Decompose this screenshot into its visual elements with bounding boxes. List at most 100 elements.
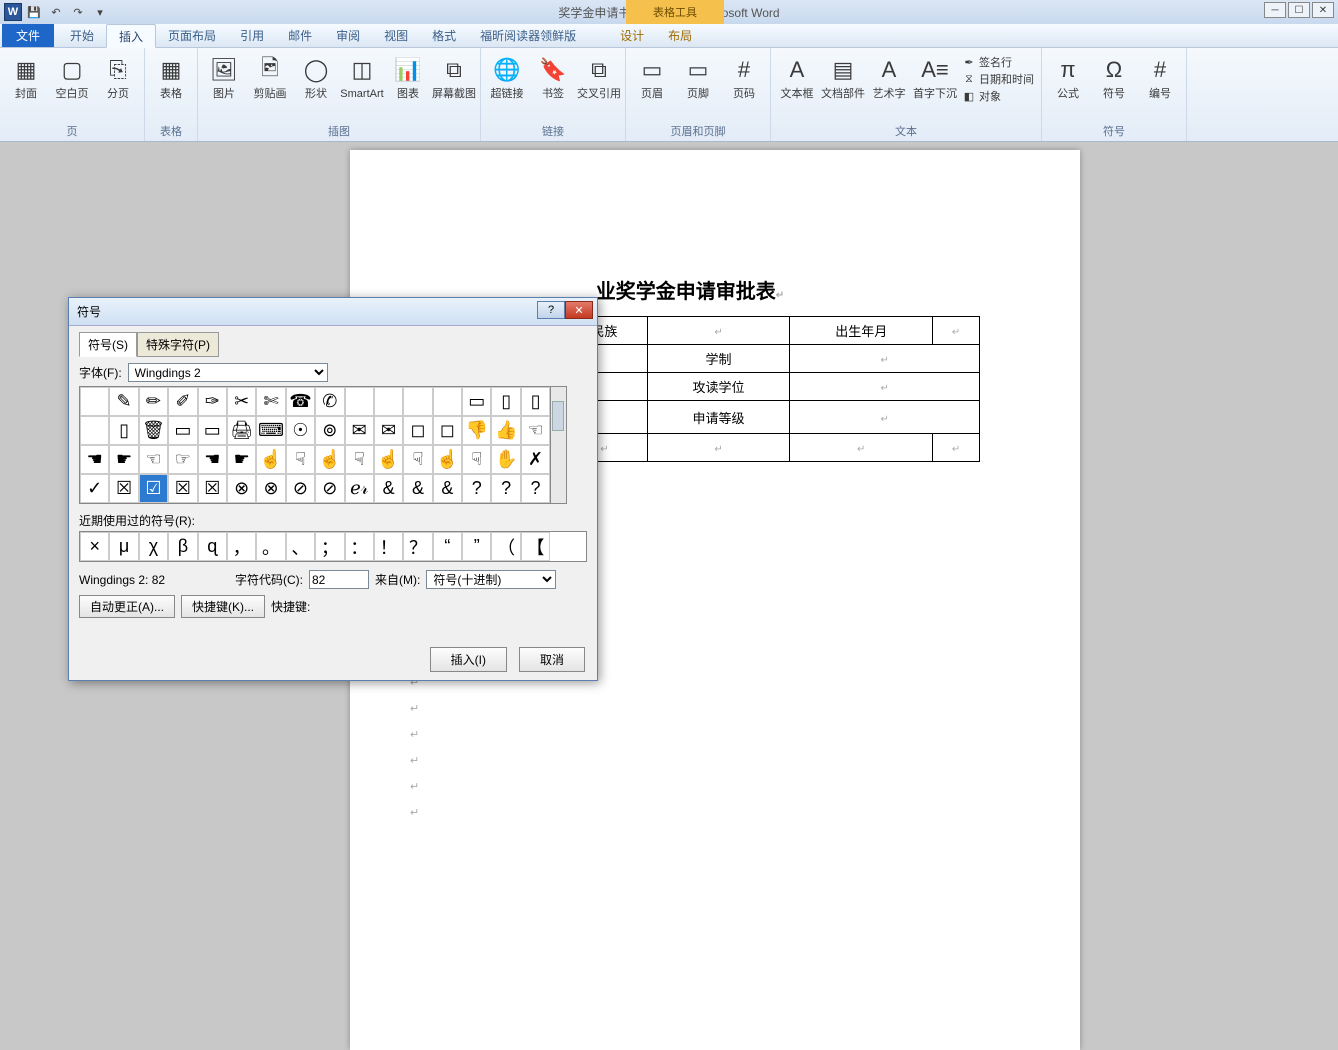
cancel-button[interactable]: 取消 — [519, 647, 585, 672]
qat-save-button[interactable]: 💾 — [24, 3, 44, 21]
from-select[interactable]: 符号(十进制) — [426, 570, 556, 589]
symbol-cell[interactable]: ☜ — [521, 416, 550, 445]
cell-birth-label[interactable]: 出生年月 — [790, 317, 933, 345]
symbol-cell[interactable]: 🖨 — [227, 416, 256, 445]
tab-page-layout[interactable]: 页面布局 — [156, 23, 228, 47]
recent-symbol-cell[interactable]: β — [168, 532, 197, 561]
cell-grade-label[interactable]: 申请等级 — [647, 401, 790, 434]
symbol-cell[interactable]: ✋ — [491, 445, 520, 474]
recent-symbol-cell[interactable]: ” — [462, 532, 491, 561]
symbol-cell[interactable]: ℯ𝓇 — [345, 474, 374, 503]
symbol-cell[interactable]: ⌨ — [256, 416, 285, 445]
recent-symbol-cell[interactable]: ， — [227, 532, 256, 561]
symbol-cell[interactable]: ? — [491, 474, 520, 503]
qat-undo-button[interactable]: ↶ — [46, 3, 66, 21]
date-time-button[interactable]: ⧖日期和时间 — [959, 71, 1037, 87]
symbol-cell[interactable] — [345, 387, 374, 416]
symbol-cell[interactable]: ☑ — [139, 474, 168, 503]
recent-symbol-cell[interactable]: 、 — [286, 532, 315, 561]
symbol-cell[interactable]: & — [433, 474, 462, 503]
cell[interactable]: ↵ — [933, 317, 980, 345]
tab-view[interactable]: 视图 — [372, 23, 420, 47]
recent-symbols-grid[interactable]: ×μχβɋ，。、；：！？“”（【 — [79, 531, 587, 562]
symbol-cell[interactable] — [374, 387, 403, 416]
cell-system-label[interactable]: 学制 — [647, 345, 790, 373]
symbol-cell[interactable]: ✑ — [198, 387, 227, 416]
symbol-grid[interactable]: ✎✏✐✑✂✄☎✆▭▯▯▯🗑▭▭🖨⌨☉⊚✉✉◻◻👎👍☜☚☛☜☞☚☛☝☟☝☟☝☟☝☟… — [79, 386, 551, 504]
symbol-cell[interactable]: ☒ — [198, 474, 227, 503]
symbol-button[interactable]: Ω符号 — [1092, 50, 1136, 101]
symbol-cell[interactable]: ☝ — [256, 445, 285, 474]
tab-format[interactable]: 格式 — [420, 23, 468, 47]
dialog-help-button[interactable]: ? — [537, 301, 565, 319]
symbol-cell[interactable]: ⊚ — [315, 416, 344, 445]
symbol-cell[interactable]: 👍 — [491, 416, 520, 445]
number-button[interactable]: #编号 — [1138, 50, 1182, 101]
symbol-cell[interactable]: ☜ — [139, 445, 168, 474]
cell[interactable]: ↵ — [647, 317, 790, 345]
recent-symbol-cell[interactable]: （ — [491, 532, 520, 561]
shapes-button[interactable]: ◯形状 — [294, 50, 338, 101]
symbol-cell[interactable]: ▭ — [198, 416, 227, 445]
footer-button[interactable]: ▭页脚 — [676, 50, 720, 101]
cell[interactable]: ↵ — [790, 345, 980, 373]
qat-redo-button[interactable]: ↷ — [68, 3, 88, 21]
cover-page-button[interactable]: ▦封面 — [4, 50, 48, 101]
symbol-cell[interactable]: ▯ — [109, 416, 138, 445]
header-button[interactable]: ▭页眉 — [630, 50, 674, 101]
file-tab[interactable]: 文件 — [2, 23, 54, 47]
cell-degree-label[interactable]: 攻读学位 — [647, 373, 790, 401]
symbol-cell[interactable]: ☚ — [80, 445, 109, 474]
symbol-cell[interactable]: ✂ — [227, 387, 256, 416]
tab-mailings[interactable]: 邮件 — [276, 23, 324, 47]
picture-button[interactable]: 🖼图片 — [202, 50, 246, 101]
symbol-cell[interactable]: ☞ — [168, 445, 197, 474]
symbol-cell[interactable]: ✄ — [256, 387, 285, 416]
page-break-button[interactable]: ⎘分页 — [96, 50, 140, 101]
recent-symbol-cell[interactable]: × — [80, 532, 109, 561]
table-button[interactable]: ▦表格 — [149, 50, 193, 101]
recent-symbol-cell[interactable]: 。 — [256, 532, 285, 561]
symbol-cell[interactable]: ☒ — [109, 474, 138, 503]
insert-button[interactable]: 插入(I) — [430, 647, 507, 672]
symbol-cell[interactable]: ✓ — [80, 474, 109, 503]
symbol-scrollbar[interactable] — [551, 386, 567, 504]
symbol-cell[interactable]: ☒ — [168, 474, 197, 503]
symbol-cell[interactable] — [80, 387, 109, 416]
recent-symbol-cell[interactable]: 【 — [521, 532, 550, 561]
textbox-button[interactable]: A文本框 — [775, 50, 819, 101]
symbol-cell[interactable]: ✉ — [345, 416, 374, 445]
symbol-cell[interactable]: ☉ — [286, 416, 315, 445]
tab-special-chars[interactable]: 特殊字符(P) — [137, 332, 219, 357]
symbol-cell[interactable]: ◻ — [403, 416, 432, 445]
tab-foxit[interactable]: 福昕阅读器领鲜版 — [468, 23, 588, 47]
symbol-cell[interactable]: ☎ — [286, 387, 315, 416]
symbol-cell[interactable]: ☛ — [227, 445, 256, 474]
tab-references[interactable]: 引用 — [228, 23, 276, 47]
clipart-button[interactable]: 🖻剪贴画 — [248, 50, 292, 101]
cell[interactable]: ↵ — [790, 434, 933, 462]
symbol-cell[interactable] — [403, 387, 432, 416]
ctx-tab-design[interactable]: 设计 — [608, 23, 656, 47]
signature-line-button[interactable]: ✒签名行 — [959, 54, 1037, 70]
symbol-cell[interactable]: ⊗ — [256, 474, 285, 503]
recent-symbol-cell[interactable]: ？ — [403, 532, 432, 561]
recent-symbol-cell[interactable]: χ — [139, 532, 168, 561]
symbol-cell[interactable] — [80, 416, 109, 445]
symbol-cell[interactable] — [433, 387, 462, 416]
cell[interactable]: ↵ — [790, 401, 980, 434]
blank-page-button[interactable]: ▢空白页 — [50, 50, 94, 101]
minimize-button[interactable]: ─ — [1264, 2, 1286, 18]
bookmark-button[interactable]: 🔖书签 — [531, 50, 575, 101]
symbol-cell[interactable]: ☟ — [286, 445, 315, 474]
symbol-cell[interactable]: ☟ — [403, 445, 432, 474]
symbol-cell[interactable]: ▯ — [521, 387, 550, 416]
symbol-cell[interactable]: ⊗ — [227, 474, 256, 503]
symbol-cell[interactable]: ▭ — [462, 387, 491, 416]
screenshot-button[interactable]: ⧉屏幕截图 — [432, 50, 476, 101]
symbol-cell[interactable]: 👎 — [462, 416, 491, 445]
symbol-cell[interactable]: ☝ — [315, 445, 344, 474]
smartart-button[interactable]: ◫SmartArt — [340, 50, 384, 101]
dropcap-button[interactable]: A≡首字下沉 — [913, 50, 957, 101]
recent-symbol-cell[interactable]: ： — [345, 532, 374, 561]
